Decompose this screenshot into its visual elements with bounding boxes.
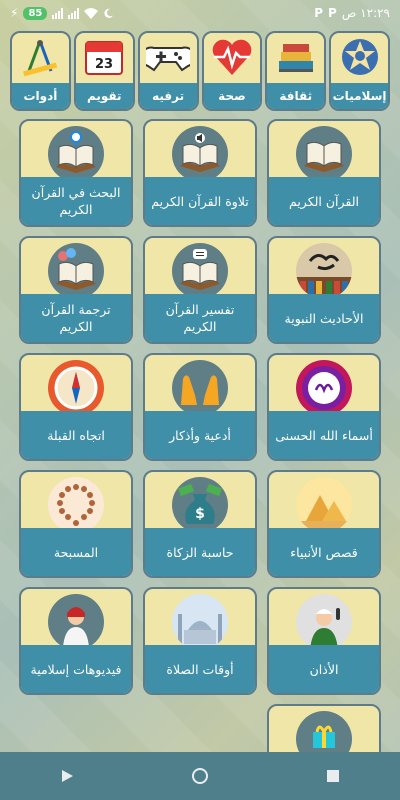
tile-quran-recitation[interactable]: تلاوة القرآن الكريم	[143, 119, 257, 227]
tile-quran-search[interactable]: البحث في القرآن الكريم	[19, 119, 133, 227]
category-islamic[interactable]: إسلاميات	[329, 31, 390, 111]
tile-quran-translation[interactable]: ترجمة القرآن الكريم	[19, 236, 133, 344]
tile-label: أوقات الصلاة	[145, 645, 255, 693]
signal-icon-2	[68, 7, 80, 19]
tile-zakat-calculator[interactable]: $ حاسبة الزكاة	[143, 470, 257, 578]
category-label: ترفيه	[139, 83, 197, 109]
recents-icon	[327, 770, 340, 782]
tafsir-icon	[172, 243, 228, 299]
home-icon	[191, 768, 208, 784]
category-tools[interactable]: أدوات	[10, 31, 71, 111]
tile-label: أدعية وأذكار	[145, 411, 255, 459]
calendar-icon: 23	[82, 37, 126, 77]
navigation-bar	[0, 752, 400, 800]
status-right: P P ١٢:٢٩ ص	[314, 6, 390, 20]
feature-grid: القرآن الكريم تلاوة القرآن الكريم البحث …	[19, 119, 381, 800]
tile-label: القرآن الكريم	[269, 177, 379, 225]
tile-islamic-videos[interactable]: فيديوهات إسلامية	[19, 587, 133, 695]
charging-icon: ⚡	[10, 6, 19, 20]
back-icon	[61, 770, 73, 782]
pyramids-icon	[296, 477, 352, 533]
tile-label: أسماء الله الحسنى	[269, 411, 379, 459]
status-left: ⚡ 85	[10, 6, 114, 20]
tile-prophets-stories[interactable]: قصص الأنبياء	[267, 470, 381, 578]
tile-label: قصص الأنبياء	[269, 528, 379, 576]
nav-recents[interactable]	[313, 756, 353, 796]
heart-pulse-icon	[210, 37, 254, 77]
money-bag-icon: $	[172, 477, 228, 533]
p-notification-icon-2: P	[328, 6, 337, 20]
books-icon	[274, 37, 318, 77]
tile-label: الأذان	[269, 645, 379, 693]
clock: ١٢:٢٩ ص	[341, 6, 390, 20]
battery-level: 85	[23, 6, 48, 20]
islamic-pattern-icon	[338, 37, 382, 77]
allah-names-icon	[296, 360, 352, 416]
tile-tafsir[interactable]: تفسير القرآن الكريم	[143, 236, 257, 344]
prayer-beads-icon	[48, 477, 104, 533]
category-health[interactable]: صحة	[201, 31, 263, 111]
hadith-icon	[296, 243, 352, 299]
tile-label: البحث في القرآن الكريم	[21, 177, 131, 225]
nav-home[interactable]	[180, 756, 220, 796]
tile-allah-names[interactable]: أسماء الله الحسنى	[267, 353, 381, 461]
svg-text:$: $	[195, 506, 205, 522]
category-calendar[interactable]: 23 تقويم	[73, 31, 135, 111]
category-label: إسلاميات	[331, 83, 388, 109]
quran-icon	[296, 126, 352, 182]
p-notification-icon: P	[314, 6, 324, 20]
category-label: تقويم	[75, 83, 133, 109]
calendar-day: 23	[95, 57, 113, 72]
tile-adhan[interactable]: الأذان	[267, 587, 381, 695]
praying-hands-icon	[172, 360, 228, 416]
quran-translation-icon	[48, 243, 104, 299]
category-label: صحة	[203, 83, 261, 109]
tile-hadith[interactable]: الأحاديث النبوية	[267, 236, 381, 344]
status-bar: ⚡ 85 P P ١٢:٢٩ ص	[0, 0, 400, 26]
nav-back[interactable]	[47, 756, 87, 796]
tile-duas[interactable]: أدعية وأذكار	[143, 353, 257, 461]
gamepad-icon	[146, 37, 191, 77]
tile-label: تفسير القرآن الكريم	[145, 294, 255, 342]
signal-icon	[52, 7, 64, 19]
category-bar: إسلاميات ثقافة صحة ترفيه 23 تقويم أدوات	[10, 31, 390, 111]
tile-label: فيديوهات إسلامية	[21, 645, 131, 693]
tile-label: اتجاه القبلة	[21, 411, 131, 459]
wifi-icon	[84, 7, 99, 19]
category-label: أدوات	[12, 83, 69, 109]
muezzin-icon	[296, 594, 352, 650]
tile-label: الأحاديث النبوية	[269, 294, 379, 342]
tile-prayer-times[interactable]: أوقات الصلاة	[143, 587, 257, 695]
tile-label: حاسبة الزكاة	[145, 528, 255, 576]
category-culture[interactable]: ثقافة	[265, 31, 327, 111]
tile-label: تلاوة القرآن الكريم	[145, 177, 255, 225]
video-presenter-icon	[48, 594, 104, 650]
moon-icon	[104, 8, 114, 18]
tile-label: ترجمة القرآن الكريم	[21, 294, 131, 342]
tile-qibla[interactable]: اتجاه القبلة	[19, 353, 133, 461]
category-label: ثقافة	[267, 83, 325, 109]
category-entertainment[interactable]: ترفيه	[137, 31, 199, 111]
quran-audio-icon	[172, 126, 228, 182]
compass-tools-icon	[18, 37, 62, 77]
tile-tasbih[interactable]: المسبحة	[19, 470, 133, 578]
tile-label: المسبحة	[21, 528, 131, 576]
mosque-icon	[172, 594, 228, 650]
tile-quran[interactable]: القرآن الكريم	[267, 119, 381, 227]
quran-search-icon	[48, 126, 104, 182]
qibla-compass-icon	[48, 360, 104, 416]
